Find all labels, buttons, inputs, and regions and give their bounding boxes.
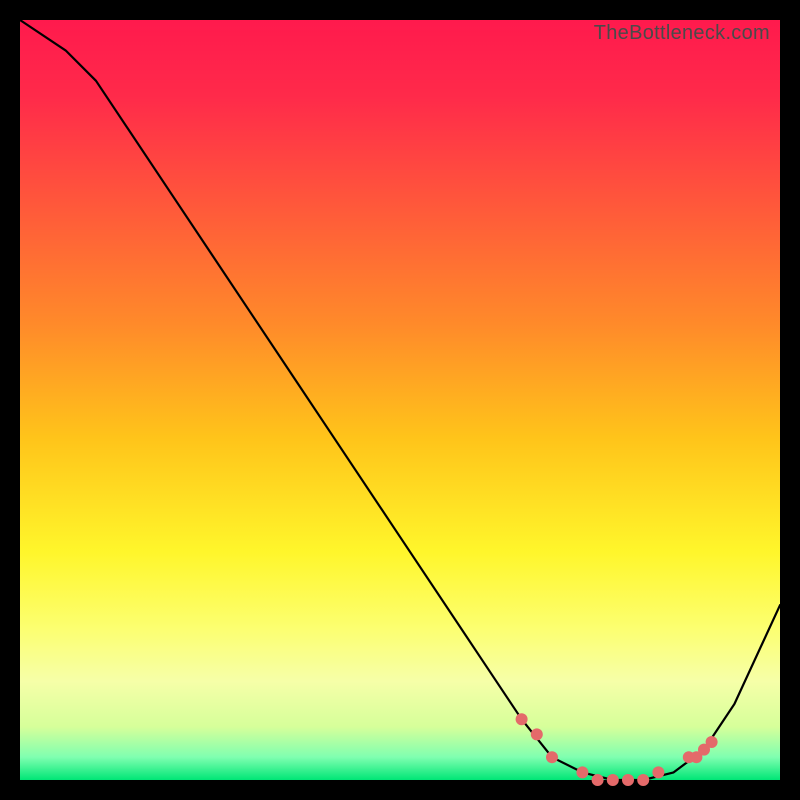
gpu-marker [622,774,634,786]
gpu-marker [592,774,604,786]
curve-svg [20,20,780,780]
gpu-marker [516,713,528,725]
bottleneck-curve [20,20,780,780]
plot-area: TheBottleneck.com [20,20,780,780]
gpu-marker [576,766,588,778]
gpu-marker [546,751,558,763]
gpu-marker [607,774,619,786]
gpu-marker [706,736,718,748]
gpu-marker [531,728,543,740]
gpu-marker [637,774,649,786]
gpu-marker [652,766,664,778]
chart-frame: TheBottleneck.com [0,0,800,800]
